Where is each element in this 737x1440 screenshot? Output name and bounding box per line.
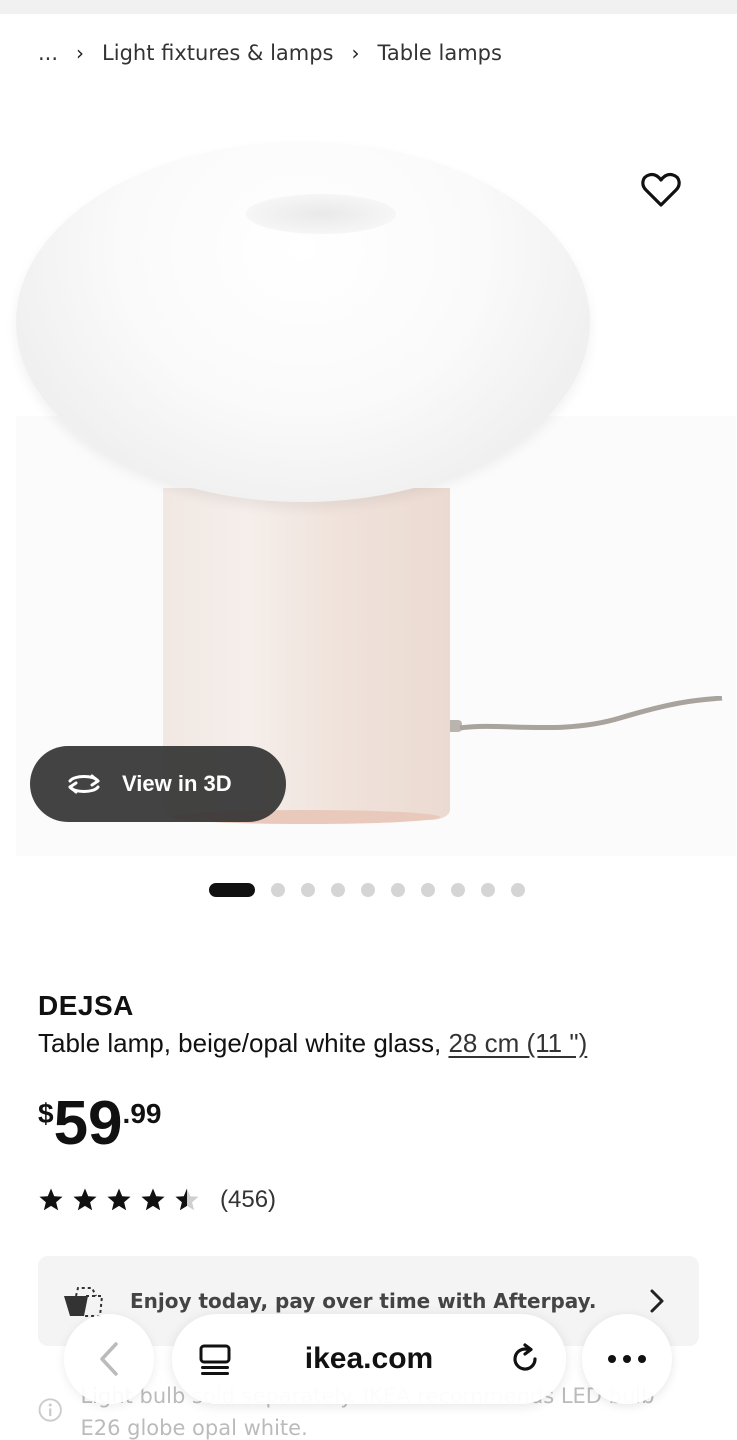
breadcrumb-separator-icon: ›: [351, 41, 360, 65]
lamp-shade-top: [246, 194, 396, 234]
star-half-icon: [175, 1188, 199, 1211]
top-status-strip: [0, 0, 737, 14]
gallery-dot[interactable]: [301, 883, 315, 897]
breadcrumb: ... › Light fixtures & lamps › Table lam…: [38, 36, 502, 70]
rotate-arrows-icon: [68, 774, 100, 794]
rating-stars: [38, 1187, 208, 1213]
gallery-dot[interactable]: [451, 883, 465, 897]
price-currency: $: [38, 1098, 54, 1129]
heart-outline-icon[interactable]: [641, 172, 681, 208]
gallery-dot[interactable]: [331, 883, 345, 897]
star-full-icon: [73, 1188, 97, 1211]
browser-address-bar[interactable]: ikea.com: [172, 1314, 566, 1404]
back-icon: [100, 1342, 118, 1376]
breadcrumb-item-table-lamps[interactable]: Table lamps: [378, 41, 502, 65]
breadcrumb-item-light-fixtures[interactable]: Light fixtures & lamps: [102, 41, 333, 65]
gallery-dot[interactable]: [209, 883, 255, 897]
browser-back-button[interactable]: [64, 1314, 154, 1404]
star-full-icon: [107, 1188, 131, 1211]
price-decimal: .99: [122, 1098, 162, 1129]
breadcrumb-separator-icon: ›: [76, 41, 85, 65]
gallery-dot[interactable]: [271, 883, 285, 897]
product-name: DEJSA: [38, 990, 134, 1021]
star-full-icon: [141, 1188, 165, 1211]
gallery-dot[interactable]: [511, 883, 525, 897]
browser-domain: ikea.com: [304, 1342, 434, 1375]
gallery-dot[interactable]: [361, 883, 375, 897]
reload-icon[interactable]: [508, 1342, 542, 1376]
product-price: $ 59 .99: [38, 1090, 161, 1158]
lamp-shade-illustration: [16, 142, 590, 502]
browser-more-button[interactable]: [582, 1314, 672, 1404]
lamp-cable-illustration: [440, 696, 723, 732]
star-full-icon: [39, 1188, 63, 1211]
product-size-link[interactable]: 28 cm (11 "): [448, 1028, 587, 1058]
browser-toolbar: ikea.com: [0, 1310, 737, 1410]
gallery-dot[interactable]: [421, 883, 435, 897]
product-rating[interactable]: (456): [38, 1186, 276, 1214]
gallery-dot[interactable]: [391, 883, 405, 897]
gallery-dot[interactable]: [481, 883, 495, 897]
product-image-gallery[interactable]: View in 3D: [0, 96, 737, 876]
more-icon: [608, 1355, 646, 1363]
gallery-pagination: [0, 880, 737, 900]
price-integer: 59: [53, 1089, 123, 1158]
product-description: Table lamp, beige/opal white glass, 28 c…: [38, 1028, 587, 1059]
product-description-text: Table lamp, beige/opal white glass,: [38, 1028, 449, 1058]
view-in-3d-button[interactable]: View in 3D: [30, 746, 286, 822]
view-in-3d-label: View in 3D: [122, 771, 232, 796]
rating-count: (456): [220, 1186, 277, 1213]
breadcrumb-ellipsis[interactable]: ...: [38, 41, 58, 65]
